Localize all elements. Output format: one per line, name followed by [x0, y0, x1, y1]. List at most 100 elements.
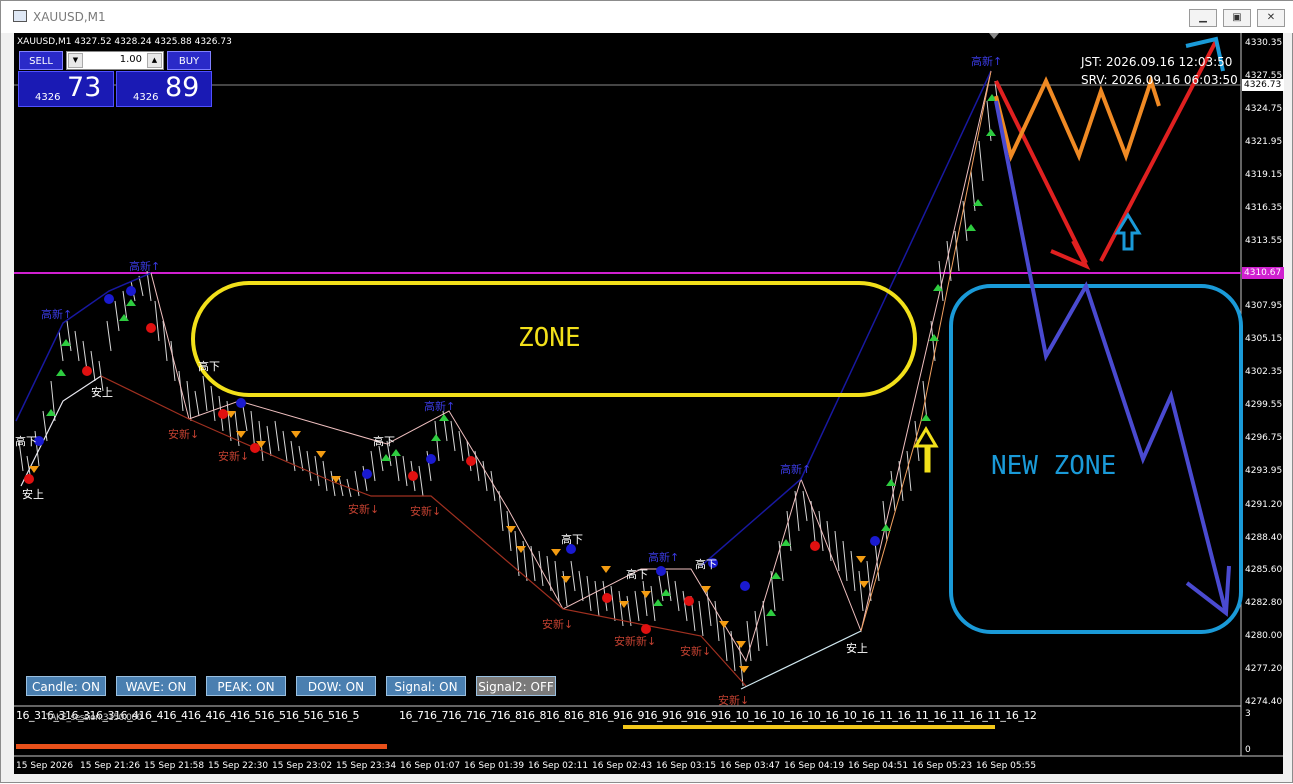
annotation-high-down: 高下 — [561, 533, 583, 546]
wave-low-up-line-2 — [740, 630, 862, 690]
price-tick: 4316.35 — [1245, 203, 1283, 213]
sell-button[interactable]: SELL — [19, 51, 63, 70]
candle-series — [18, 80, 1000, 687]
peak-dots — [24, 286, 880, 634]
price-tick: 4319.15 — [1245, 170, 1283, 180]
time-tick: 16 Sep 04:19 — [784, 761, 845, 771]
time-tick: 16 Sep 03:47 — [720, 761, 781, 771]
price-tick: 4285.60 — [1245, 565, 1283, 575]
chart-drawing — [14, 33, 1284, 757]
peak-toggle[interactable]: PEAK: ON — [206, 676, 286, 696]
price-tick: 4274.40 — [1245, 697, 1283, 707]
annotation-low-up: 安上 — [22, 488, 44, 501]
price-tick: 4293.95 — [1245, 466, 1283, 476]
wave-high-line-2 — [700, 70, 992, 567]
annotation-high-new: 高新↑ — [424, 400, 456, 413]
orange-signal-arrows — [29, 411, 869, 673]
volume-value: 1.00 — [119, 54, 142, 65]
sell-price-prefix: 4326 — [35, 92, 61, 103]
candle-toggle[interactable]: Candle: ON — [26, 676, 106, 696]
clock-srv: SRV: 2026.09.16 06:03:50 — [1081, 73, 1238, 87]
annotation-high-new: 高新↑ — [129, 260, 161, 273]
sub-labels-right: 16_716_716_716_716_816_816_816_816_916_9… — [399, 709, 1037, 722]
price-tick: 4291.20 — [1245, 500, 1283, 510]
buy-price-prefix: 4326 — [133, 92, 159, 103]
sub-axis-tick: 0 — [1245, 745, 1251, 755]
yellow-up-arrow-icon — [913, 426, 939, 473]
price-tick: 4330.35 — [1245, 38, 1283, 48]
time-tick: 16 Sep 03:15 — [656, 761, 717, 771]
sub-labels-overlay: TAKE_session:3150.000 — [46, 713, 142, 723]
annotation-low-up: 安上 — [91, 386, 113, 399]
orange-forecast-zigzag — [994, 74, 1161, 162]
volume-up-icon[interactable]: ▲ — [147, 53, 162, 68]
time-tick: 15 Sep 23:02 — [272, 761, 333, 771]
session-bar-left — [16, 744, 387, 749]
current-price-label: 4326.73 — [1244, 80, 1282, 90]
time-tick: 15 Sep 21:58 — [144, 761, 205, 771]
session-bar-right — [623, 725, 995, 729]
price-tick: 4280.00 — [1245, 631, 1283, 641]
time-tick: 15 Sep 23:34 — [336, 761, 397, 771]
sub-axis-tick: 3 — [1245, 709, 1251, 719]
annotation-high-new: 高新↑ — [780, 463, 812, 476]
price-tick: 4305.15 — [1245, 334, 1283, 344]
annotation-low-new: 安新↓ — [410, 505, 442, 518]
time-tick: 16 Sep 04:51 — [848, 761, 909, 771]
annotation-high-down: 高下 — [695, 558, 717, 571]
mt4-chart-window: XAUUSD,M1 ▁ ▣ ✕ XAUUSD,M1 4327.52 4328.2… — [0, 0, 1293, 783]
sell-price-box[interactable]: 4326 73 — [18, 71, 114, 107]
annotation-low-new: 安新↓ — [680, 645, 712, 658]
time-tick: 16 Sep 01:07 — [400, 761, 461, 771]
wave-zigzag-line — [150, 70, 992, 663]
annotation-low-up: 安上 — [846, 642, 868, 655]
price-tick: 4307.95 — [1245, 301, 1283, 311]
price-tick: 4299.55 — [1245, 400, 1283, 410]
clock-jst: JST: 2026.09.16 12:03:50 — [1081, 55, 1233, 69]
price-tick: 4277.20 — [1245, 664, 1283, 674]
level-price-label: 4310.67 — [1244, 268, 1282, 278]
zone-label: ZONE — [518, 323, 581, 353]
time-tick: 15 Sep 21:26 — [80, 761, 141, 771]
signal2-toggle[interactable]: Signal2: OFF — [476, 676, 556, 696]
time-tick: 16 Sep 02:43 — [592, 761, 653, 771]
volume-field[interactable]: ▼ 1.00 ▲ — [66, 51, 164, 70]
price-tick: 4321.95 — [1245, 137, 1283, 147]
symbol-header: XAUUSD,M1 4327.52 4328.24 4325.88 4326.7… — [17, 37, 232, 47]
new-zone-label: NEW ZONE — [991, 451, 1117, 481]
price-tick: 4324.75 — [1245, 104, 1283, 114]
price-tick: 4296.75 — [1245, 433, 1283, 443]
time-tick: 16 Sep 05:55 — [976, 761, 1037, 771]
time-tick: 15 Sep 22:30 — [208, 761, 269, 771]
annotation-high-new: 高新↑ — [971, 55, 1003, 68]
red-arrowhead-down — [1050, 240, 1091, 271]
time-tick: 16 Sep 02:11 — [528, 761, 589, 771]
time-tick: 16 Sep 05:23 — [912, 761, 973, 771]
annotation-low-new: 安新↓ — [718, 694, 750, 707]
buy-price-box[interactable]: 4326 89 — [116, 71, 212, 107]
annotation-low-new: 安新↓ — [348, 503, 380, 516]
annotation-high-down: 高下 — [15, 435, 37, 448]
annotation-high-new: 高新↑ — [41, 308, 73, 321]
green-signal-arrows — [46, 94, 997, 616]
annotation-low-new: 安新↓ — [542, 618, 574, 631]
wave-toggle[interactable]: WAVE: ON — [116, 676, 196, 696]
annotation-high-down: 高下 — [626, 568, 648, 581]
price-tick: 4282.80 — [1245, 598, 1283, 608]
buy-price-pips: 89 — [165, 72, 200, 103]
signal-toggle[interactable]: Signal: ON — [386, 676, 466, 696]
buy-button[interactable]: BUY — [167, 51, 211, 70]
annotation-low-new: 安新↓ — [168, 428, 200, 441]
annotation-high-down: 高下 — [373, 435, 395, 448]
sell-price-pips: 73 — [67, 72, 102, 103]
price-tick: 4288.40 — [1245, 533, 1283, 543]
annotation-high-new: 高新↑ — [648, 551, 680, 564]
dow-toggle[interactable]: DOW: ON — [296, 676, 376, 696]
price-tick: 4302.35 — [1245, 367, 1283, 377]
purple-forecast-path — [994, 100, 1228, 614]
time-tick: 15 Sep 2026 — [16, 761, 74, 771]
time-tick: 16 Sep 01:39 — [464, 761, 525, 771]
annotation-high-down: 高下 — [198, 360, 220, 373]
shift-marker-icon — [989, 33, 999, 39]
annotation-low-new-combo: 安新新↓ — [614, 635, 657, 648]
